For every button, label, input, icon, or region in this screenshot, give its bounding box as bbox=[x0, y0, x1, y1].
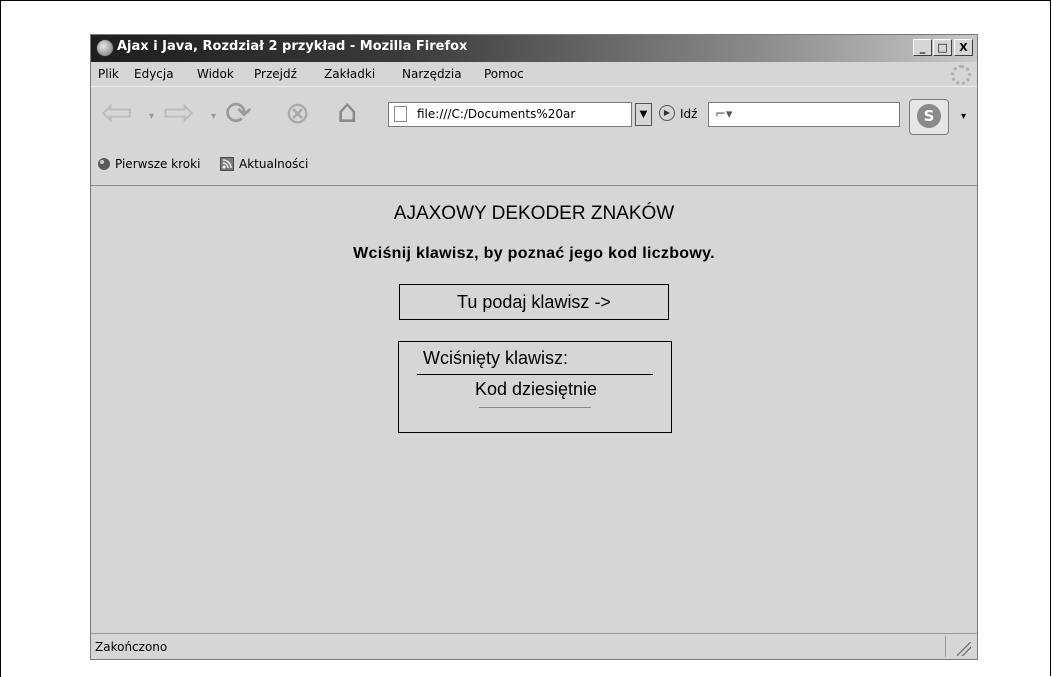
bookmark-aktualnosci[interactable]: Aktualności bbox=[239, 157, 308, 171]
bookmark-pierwsze-kroki[interactable]: Pierwsze kroki bbox=[115, 157, 200, 171]
decimal-code-label: Kod dziesiętnie bbox=[474, 379, 598, 399]
search-engine-icon[interactable]: ⌐▾ bbox=[715, 107, 732, 122]
go-button-label[interactable]: Idź bbox=[680, 107, 697, 121]
maximize-button[interactable]: □ bbox=[933, 39, 952, 56]
go-icon[interactable]: ▶ bbox=[659, 105, 675, 121]
forward-arrow-icon[interactable]: ⇨ bbox=[163, 93, 195, 131]
search-input[interactable]: ⌐▾ bbox=[708, 102, 900, 127]
firefox-icon bbox=[96, 39, 114, 57]
toolbar-divider bbox=[91, 185, 977, 186]
firefox-bookmark-icon bbox=[98, 158, 110, 170]
close-button[interactable]: X bbox=[954, 39, 973, 56]
result-divider bbox=[417, 374, 653, 375]
status-bar: Zakończono bbox=[91, 633, 977, 660]
menu-widok[interactable]: Widok bbox=[197, 67, 234, 81]
title-bar: Ajax i Java, Rozdział 2 przykład - Mozil… bbox=[91, 35, 977, 62]
status-text: Zakończono bbox=[95, 640, 168, 654]
throbber-icon bbox=[951, 65, 971, 85]
url-field[interactable]: file:///C:/Documents%20ar bbox=[388, 102, 632, 127]
page-icon bbox=[394, 106, 407, 122]
forward-history-chevron-icon[interactable]: ▾ bbox=[211, 111, 216, 122]
decimal-code-field bbox=[479, 407, 591, 408]
home-icon[interactable]: ⌂ bbox=[337, 92, 357, 130]
minimize-button[interactable]: _ bbox=[913, 39, 932, 56]
window-title: Ajax i Java, Rozdział 2 przykład - Mozil… bbox=[117, 39, 468, 54]
bookmarks-toolbar: Pierwsze kroki Aktualności bbox=[91, 140, 977, 187]
result-panel: Wciśnięty klawisz: Kod dziesiętnie bbox=[398, 341, 672, 433]
back-arrow-icon[interactable]: ⇦ bbox=[101, 93, 133, 131]
navigation-toolbar: ⇦ ▾ ⇨ ▾ ⟳ ⊗ ⌂ file:///C:/Documents%20ar … bbox=[91, 86, 977, 141]
menu-edycja[interactable]: Edycja bbox=[134, 67, 174, 81]
menu-plik[interactable]: Plik bbox=[98, 67, 119, 81]
page-content: AJAXOWY DEKODER ZNAKÓW Wciśnij klawisz, … bbox=[91, 187, 977, 633]
figure-frame-left bbox=[0, 0, 1, 677]
url-dropdown-button[interactable]: ▼ bbox=[635, 103, 652, 126]
reload-icon[interactable]: ⟳ bbox=[225, 94, 252, 132]
resize-grip-icon[interactable] bbox=[957, 642, 971, 656]
key-input-field[interactable]: Tu podaj klawisz -> bbox=[399, 284, 669, 320]
skype-icon: S bbox=[917, 104, 941, 128]
menu-bar: Plik Edycja Widok Przejdź Zakładki Narzę… bbox=[91, 62, 977, 86]
menu-zakladki[interactable]: Zakładki bbox=[324, 67, 375, 81]
page-title: AJAXOWY DEKODER ZNAKÓW bbox=[393, 203, 675, 224]
menu-pomoc[interactable]: Pomoc bbox=[484, 67, 524, 81]
url-text: file:///C:/Documents%20ar bbox=[417, 107, 576, 121]
browser-window: Ajax i Java, Rozdział 2 przykład - Mozil… bbox=[90, 34, 978, 660]
rss-icon bbox=[220, 157, 234, 171]
back-history-chevron-icon[interactable]: ▾ bbox=[149, 111, 154, 122]
skype-chevron-icon[interactable]: ▾ bbox=[961, 111, 966, 122]
menu-przejdz[interactable]: Przejdź bbox=[254, 67, 297, 81]
menu-narzedzia[interactable]: Narzędzia bbox=[402, 67, 462, 81]
skype-button[interactable]: S bbox=[909, 99, 949, 135]
stop-icon[interactable]: ⊗ bbox=[285, 95, 310, 133]
pressed-key-label: Wciśnięty klawisz: bbox=[423, 348, 569, 368]
status-panel-divider bbox=[945, 636, 946, 657]
page-instruction: Wciśnij klawisz, by poznać jego kod licz… bbox=[353, 245, 715, 262]
